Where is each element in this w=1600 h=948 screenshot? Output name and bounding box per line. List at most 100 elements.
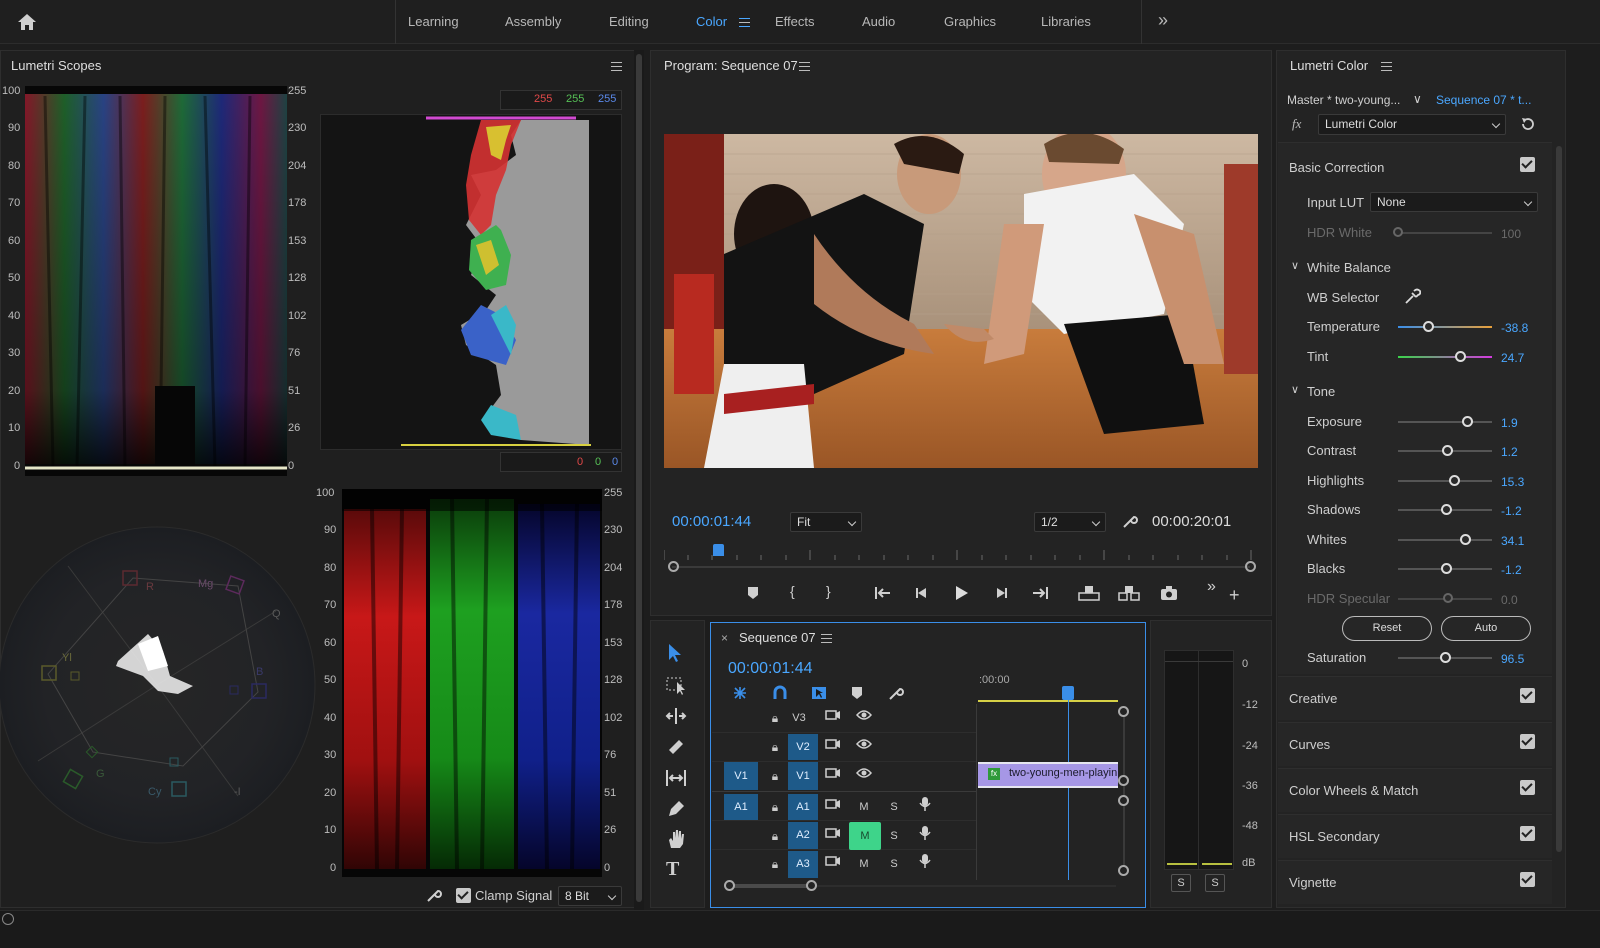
source-patch-a1[interactable]: A1 [724,794,758,820]
timeline-vertical-scroll[interactable] [1118,706,1130,878]
program-current-timecode[interactable]: 00:00:01:44 [672,513,751,530]
mute-track-button-active[interactable]: M [849,822,881,850]
creative-header[interactable]: Creative [1289,691,1337,706]
scope-settings-wrench-icon[interactable] [426,887,442,903]
program-settings-wrench-icon[interactable] [1122,513,1138,529]
go-to-in-icon[interactable] [874,585,892,604]
temperature-slider[interactable] [1398,321,1492,332]
contrast-slider[interactable] [1398,445,1492,456]
chevron-down-icon[interactable]: ∨ [1413,92,1422,106]
whites-value[interactable]: 34.1 [1501,534,1524,548]
toggle-sync-lock-icon[interactable] [822,796,844,818]
exposure-value[interactable]: 1.9 [1501,416,1518,430]
eye-icon[interactable] [853,765,875,787]
lock-icon[interactable]: 🔒︎ [764,736,786,758]
sequence-tab-title[interactable]: Sequence 07 [739,630,816,645]
hsl-secondary-checkbox[interactable] [1520,826,1535,841]
hsl-secondary-header[interactable]: HSL Secondary [1289,829,1380,844]
solo-track-button[interactable]: S [883,796,905,818]
vignette-section[interactable]: Vignette [1278,860,1552,904]
vignette-header[interactable]: Vignette [1289,875,1336,890]
track-name-v3[interactable]: V3 [788,707,810,729]
effect-instance-dropdown[interactable]: Lumetri Color [1318,114,1506,135]
tone-auto-button[interactable]: Auto [1441,616,1531,641]
program-zoom-scrollbar[interactable] [668,561,1256,573]
curves-header[interactable]: Curves [1289,737,1330,752]
work-area-bar[interactable] [978,700,1118,702]
tab-color[interactable]: Color [696,14,727,29]
selection-tool-icon[interactable] [664,642,686,667]
tone-chevron-icon[interactable]: ∨ [1291,383,1299,396]
hsl-secondary-section[interactable]: HSL Secondary [1278,814,1552,858]
color-tab-menu-icon[interactable] [739,18,750,27]
slip-tool-icon[interactable] [665,767,687,792]
exposure-slider[interactable] [1398,416,1492,427]
toggle-sync-lock-icon[interactable] [822,765,844,787]
tone-reset-button[interactable]: Reset [1342,616,1432,641]
toggle-sync-lock-icon[interactable] [822,707,844,729]
creative-cloud-icon[interactable] [2,913,14,925]
eye-icon[interactable] [853,707,875,729]
tab-libraries[interactable]: Libraries [1041,14,1091,29]
toggle-sync-lock-icon[interactable] [822,825,844,847]
timeline-playhead[interactable] [1062,686,1074,700]
tab-effects[interactable]: Effects [775,14,815,29]
creative-section[interactable]: Creative [1278,676,1552,720]
lock-icon[interactable]: 🔒︎ [764,825,786,847]
timeline-clip[interactable]: fx two-young-men-playin [978,762,1118,788]
white-balance-header[interactable]: White Balance [1307,260,1391,275]
solo-track-button[interactable]: S [883,825,905,847]
lock-icon[interactable]: 🔒︎ [764,796,786,818]
razor-tool-icon[interactable] [665,736,687,761]
tab-audio[interactable]: Audio [862,14,895,29]
source-patch-v1[interactable]: V1 [724,762,758,790]
color-wheels-header[interactable]: Color Wheels & Match [1289,783,1418,798]
timeline-timecode[interactable]: 00:00:01:44 [728,660,813,678]
shadows-slider[interactable] [1398,504,1492,515]
snap-magnet-icon[interactable] [771,685,789,704]
temperature-value[interactable]: -38.8 [1501,321,1528,335]
lift-icon[interactable] [1078,585,1100,604]
play-icon[interactable] [952,584,970,605]
tone-header[interactable]: Tone [1307,384,1335,399]
lock-icon[interactable]: 🔒︎ [764,853,786,875]
more-workspaces-icon[interactable]: » [1158,10,1168,31]
master-clip-selector[interactable]: Master * two-young... [1287,93,1400,107]
track-select-tool-icon[interactable] [665,674,687,699]
color-wheels-section[interactable]: Color Wheels & Match [1278,768,1552,812]
timeline-zoom-scrollbar[interactable] [724,880,1120,892]
step-back-icon[interactable] [914,585,930,604]
lock-icon[interactable]: 🔒︎ [764,707,786,729]
lock-icon[interactable]: 🔒︎ [764,765,786,787]
lumetri-menu-icon[interactable] [1381,62,1392,71]
scopes-scrollbar[interactable] [634,50,644,910]
meter-solo-right-button[interactable]: S [1205,874,1225,892]
export-frame-camera-icon[interactable] [1160,585,1178,604]
tab-assembly[interactable]: Assembly [505,14,561,29]
type-tool-icon[interactable]: T [666,858,679,881]
tint-slider[interactable] [1398,351,1492,362]
highlights-value[interactable]: 15.3 [1501,475,1524,489]
extract-icon[interactable] [1118,585,1140,604]
more-controls-icon[interactable]: » [1207,578,1216,596]
mark-out-icon[interactable]: } [826,583,831,599]
solo-track-button[interactable]: S [883,853,905,875]
panel-menu-icon[interactable] [611,62,622,71]
step-forward-icon[interactable] [993,585,1009,604]
creative-checkbox[interactable] [1520,688,1535,703]
curves-section[interactable]: Curves [1278,722,1552,766]
curves-checkbox[interactable] [1520,734,1535,749]
timeline-settings-wrench-icon[interactable] [888,685,904,704]
button-editor-plus-icon[interactable]: + [1229,585,1240,606]
track-name-a2[interactable]: A2 [788,822,818,849]
eye-icon[interactable] [853,736,875,758]
track-name-v1[interactable]: V1 [788,762,818,790]
sequence-clip-selector[interactable]: Sequence 07 * t... [1436,93,1531,107]
playback-resolution-dropdown[interactable]: 1/2 [1034,512,1106,532]
white-balance-chevron-icon[interactable]: ∨ [1291,259,1299,272]
shadows-value[interactable]: -1.2 [1501,504,1522,518]
mute-track-button[interactable]: M [853,853,875,875]
hdr-white-slider[interactable] [1393,227,1492,237]
eyedropper-icon[interactable] [1403,288,1422,309]
hdr-specular-slider[interactable] [1398,593,1492,603]
